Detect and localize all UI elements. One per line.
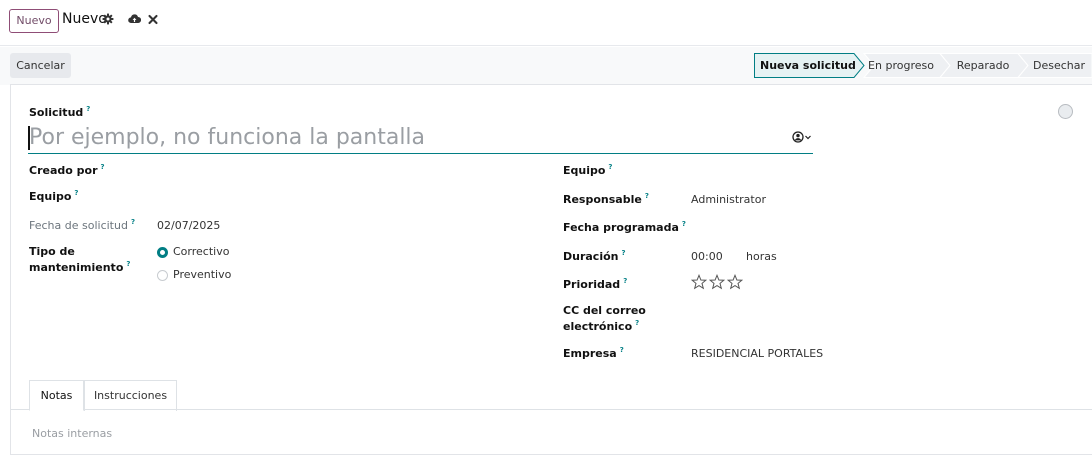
- radio-preventive-label[interactable]: Preventivo: [173, 268, 231, 281]
- stage-new-request[interactable]: Nueva solicitud: [760, 53, 856, 78]
- email-cc-label-line2: electrónico?: [563, 319, 640, 333]
- status-row: Cancelar Nueva solicitud En progreso Rep…: [0, 47, 1092, 85]
- help-icon[interactable]: ?: [682, 220, 686, 228]
- duration-unit: horas: [746, 250, 777, 263]
- help-icon[interactable]: ?: [608, 163, 612, 171]
- new-record-button[interactable]: Nuevo: [9, 9, 59, 33]
- request-date-label: Fecha de solicitud?: [29, 218, 136, 232]
- help-icon[interactable]: ?: [620, 346, 624, 354]
- stage-scrap[interactable]: Desechar: [1028, 53, 1090, 78]
- help-icon[interactable]: ?: [622, 249, 626, 257]
- close-icon[interactable]: [148, 13, 162, 27]
- help-icon[interactable]: ?: [623, 277, 627, 285]
- cancel-button[interactable]: Cancelar: [10, 53, 71, 78]
- help-icon[interactable]: ?: [131, 218, 135, 226]
- scheduled-date-label: Fecha programada?: [563, 220, 686, 234]
- equipment-label: Equipo?: [29, 189, 79, 203]
- cloud-upload-icon[interactable]: [128, 13, 142, 27]
- star-icon[interactable]: [708, 273, 726, 290]
- company-label: Empresa?: [563, 346, 624, 360]
- created-by-label: Creado por?: [29, 163, 105, 177]
- duration-value[interactable]: 00:00: [691, 250, 723, 263]
- email-cc-label-line1: CC del correo: [563, 304, 646, 317]
- notebook-tabs: Notas Instrucciones: [11, 380, 1092, 411]
- company-value[interactable]: RESIDENCIAL PORTALES: [691, 347, 823, 360]
- internal-notes-field[interactable]: Notas internas: [32, 427, 112, 440]
- stage-in-progress[interactable]: En progreso: [866, 53, 936, 78]
- tab-notes[interactable]: Notas: [29, 380, 84, 411]
- radio-corrective-label[interactable]: Correctivo: [173, 245, 229, 258]
- help-icon[interactable]: ?: [86, 105, 90, 113]
- star-icon[interactable]: [690, 273, 708, 290]
- gear-icon[interactable]: [102, 13, 116, 27]
- star-icon[interactable]: [726, 273, 744, 290]
- control-panel: Nuevo Nuevo: [0, 0, 1092, 46]
- form-sheet: Solicitud? Creado por? Equipo? Fecha de …: [10, 84, 1092, 455]
- priority-label: Prioridad?: [563, 277, 628, 291]
- request-label: Solicitud?: [29, 105, 91, 119]
- user-avatar-dropdown-icon[interactable]: [792, 130, 814, 144]
- radio-preventive[interactable]: [157, 270, 168, 281]
- team-label: Equipo?: [563, 163, 613, 177]
- responsible-value[interactable]: Administrator: [691, 193, 766, 206]
- help-icon[interactable]: ?: [126, 260, 130, 268]
- request-date-value[interactable]: 02/07/2025: [157, 219, 220, 232]
- radio-corrective[interactable]: [157, 247, 168, 258]
- request-name-input[interactable]: [28, 122, 813, 154]
- text-cursor: [28, 126, 30, 150]
- tab-instructions[interactable]: Instrucciones: [84, 380, 177, 411]
- responsible-label: Responsable?: [563, 192, 649, 206]
- help-icon[interactable]: ?: [101, 163, 105, 171]
- kanban-state-toggle[interactable]: [1058, 104, 1073, 119]
- breadcrumb-title: Nuevo: [62, 11, 107, 27]
- maintenance-type-label-line2: mantenimiento?: [29, 260, 131, 274]
- help-icon[interactable]: ?: [74, 189, 78, 197]
- priority-stars: [690, 273, 745, 290]
- maintenance-type-label-line1: Tipo de: [29, 245, 75, 258]
- stage-repaired[interactable]: Reparado: [950, 53, 1016, 78]
- duration-label: Duración?: [563, 249, 626, 263]
- help-icon[interactable]: ?: [645, 192, 649, 200]
- help-icon[interactable]: ?: [635, 319, 639, 327]
